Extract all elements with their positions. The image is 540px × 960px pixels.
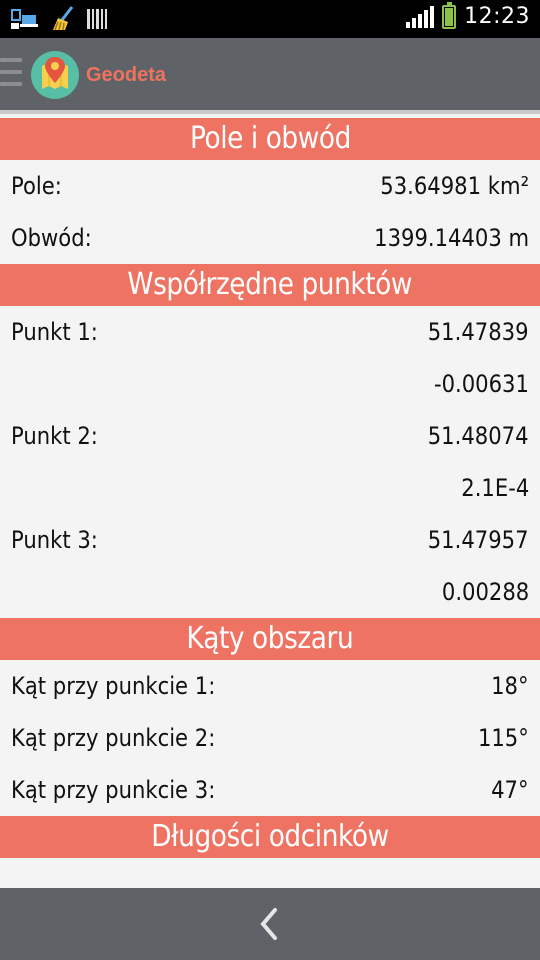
row-point-2-lat: Punkt 2: 51.48074 bbox=[0, 410, 540, 462]
angle-1-label: Kąt przy punkcie 1: bbox=[11, 672, 216, 700]
point-3-lon: 0.00288 bbox=[441, 578, 529, 606]
perimeter-label: Obwód: bbox=[11, 224, 92, 252]
status-right: 12:23 bbox=[406, 1, 530, 29]
angle-3-value: 47° bbox=[491, 776, 529, 804]
app-bar: Geodeta bbox=[0, 38, 540, 114]
point-2-lon: 2.1E-4 bbox=[461, 474, 529, 502]
section-header-area-perimeter: Pole i obwód bbox=[0, 118, 540, 160]
row-perimeter: Obwód: 1399.14403 m bbox=[0, 212, 540, 264]
point-1-lon: -0.00631 bbox=[434, 370, 529, 398]
row-point-2-lon: 2.1E-4 bbox=[0, 462, 540, 514]
row-angle-1: Kąt przy punkcie 1: 18° bbox=[0, 660, 540, 712]
device-icon bbox=[11, 9, 38, 29]
chevron-left-icon[interactable] bbox=[250, 904, 290, 944]
angle-2-label: Kąt przy punkcie 2: bbox=[11, 724, 216, 752]
area-label: Pole: bbox=[11, 172, 62, 200]
point-1-lat: 51.47839 bbox=[428, 318, 529, 346]
row-angle-2: Kąt przy punkcie 2: 115° bbox=[0, 712, 540, 764]
status-bar: 12:23 bbox=[0, 0, 540, 38]
point-2-lat: 51.48074 bbox=[428, 422, 529, 450]
row-area: Pole: 53.64981 km² bbox=[0, 160, 540, 212]
status-left bbox=[10, 6, 108, 32]
app-title: Geodeta bbox=[86, 64, 167, 86]
map-pin-icon[interactable] bbox=[31, 51, 79, 99]
point-1-label: Punkt 1: bbox=[11, 318, 98, 346]
angle-3-label: Kąt przy punkcie 3: bbox=[11, 776, 216, 804]
broom-icon bbox=[53, 6, 74, 31]
section-header-angles: Kąty obszaru bbox=[0, 618, 540, 660]
row-point-1-lat: Punkt 1: 51.47839 bbox=[0, 306, 540, 358]
point-2-label: Punkt 2: bbox=[11, 422, 98, 450]
angle-2-value: 115° bbox=[478, 724, 529, 752]
clock: 12:23 bbox=[464, 4, 530, 29]
signal-icon bbox=[406, 5, 435, 28]
barcode-icon bbox=[87, 9, 107, 29]
hamburger-icon[interactable] bbox=[0, 58, 22, 94]
section-header-segments: Długości odcinków bbox=[0, 816, 540, 858]
angle-1-value: 18° bbox=[491, 672, 529, 700]
area-value: 53.64981 km² bbox=[380, 172, 529, 200]
point-3-lat: 51.47957 bbox=[428, 526, 529, 554]
section-title: Współrzędne punktów bbox=[127, 267, 413, 302]
section-title: Pole i obwód bbox=[189, 121, 351, 156]
section-header-coordinates: Współrzędne punktów bbox=[0, 264, 540, 306]
perimeter-value: 1399.14403 m bbox=[374, 224, 529, 252]
section-title: Długości odcinków bbox=[151, 819, 389, 854]
row-angle-3: Kąt przy punkcie 3: 47° bbox=[0, 764, 540, 816]
row-point-3-lon: 0.00288 bbox=[0, 566, 540, 618]
logo-graphic bbox=[42, 57, 68, 89]
row-point-3-lat: Punkt 3: 51.47957 bbox=[0, 514, 540, 566]
section-title: Kąty obszaru bbox=[186, 621, 354, 656]
point-3-label: Punkt 3: bbox=[11, 526, 98, 554]
results-content[interactable]: Pole i obwód Pole: 53.64981 km² Obwód: 1… bbox=[0, 118, 540, 888]
battery-icon bbox=[442, 1, 457, 29]
row-point-1-lon: -0.00631 bbox=[0, 358, 540, 410]
bottom-nav-bar bbox=[0, 888, 540, 960]
